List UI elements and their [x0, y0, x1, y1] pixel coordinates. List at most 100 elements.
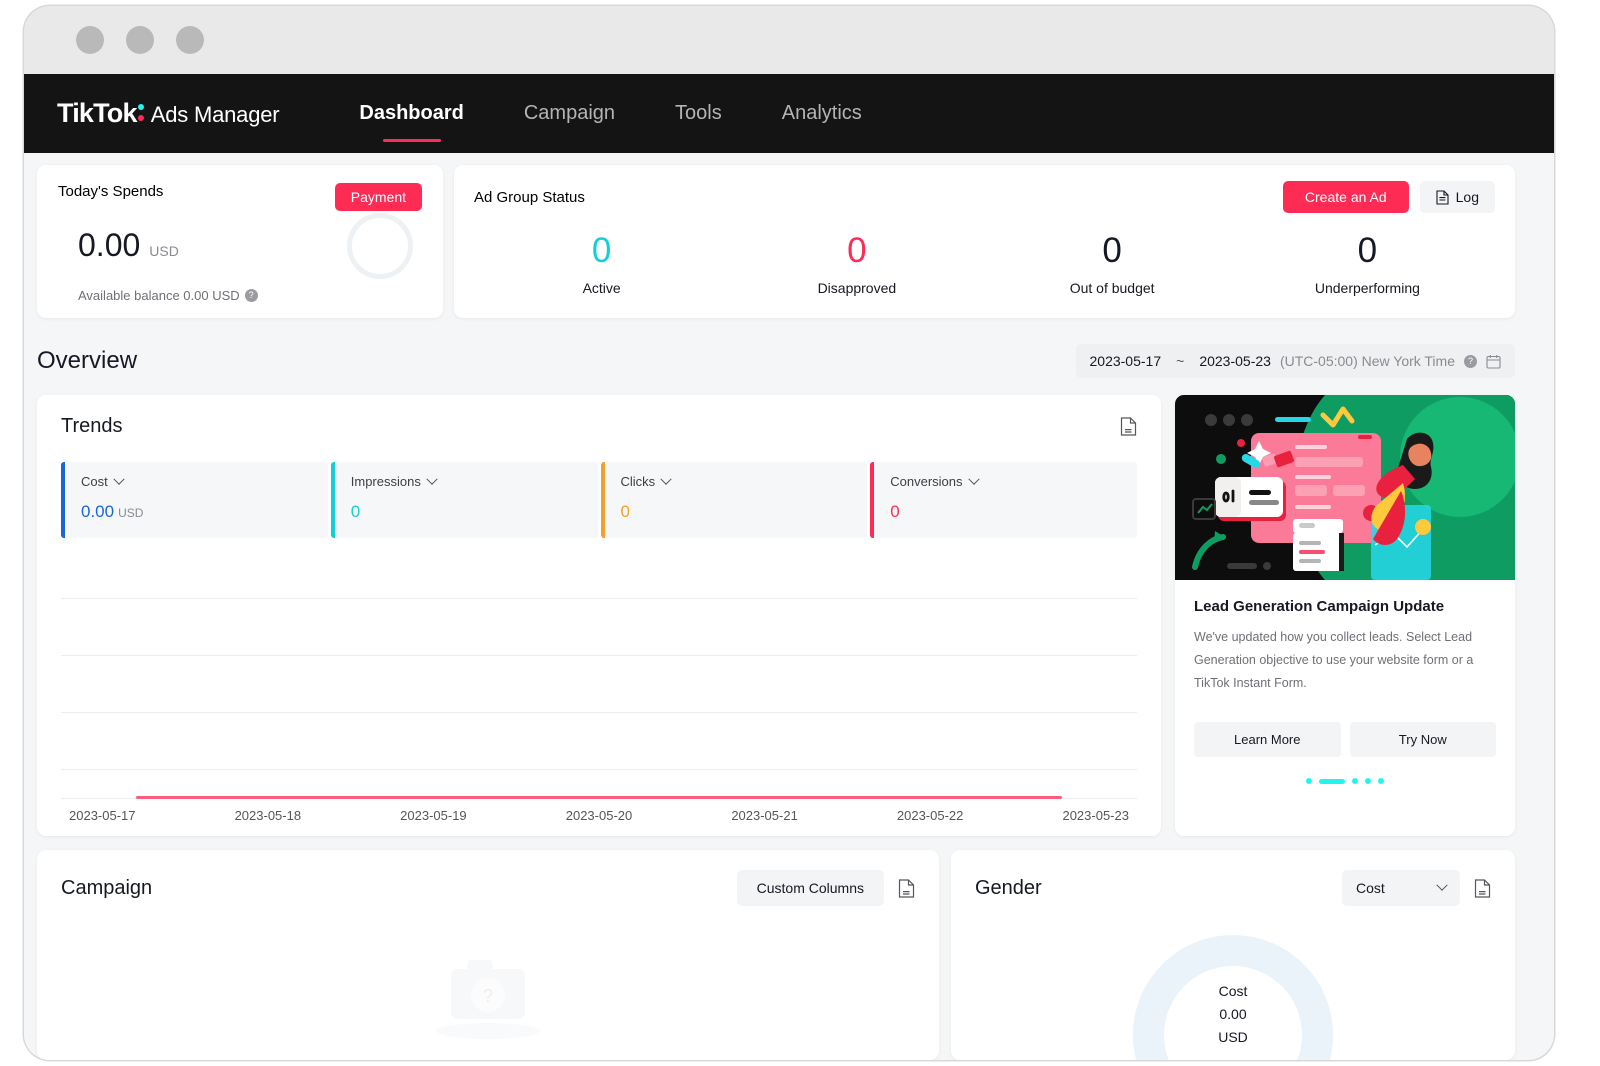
carousel-dot[interactable]	[1352, 778, 1358, 785]
create-an-ad-button[interactable]: Create an Ad	[1282, 181, 1409, 213]
x-tick: 2023-05-21	[731, 808, 798, 823]
nav-item-analytics[interactable]: Analytics	[752, 102, 892, 125]
spend-progress-ring	[347, 213, 413, 279]
promo-illustration	[1175, 395, 1515, 580]
stat-out-of-budget-label: Out of budget	[1069, 279, 1155, 296]
metric-tab-conversions-label: Conversions	[890, 474, 963, 489]
metric-tab-conversions[interactable]: Conversions 0	[870, 462, 1137, 538]
gender-metric-select[interactable]: Cost	[1342, 870, 1460, 906]
export-icon[interactable]	[1474, 878, 1491, 898]
chart-x-axis: 2023-05-17 2023-05-18 2023-05-19 2023-05…	[61, 808, 1137, 823]
gender-panel: Gender Cost Cost 0.00 USD	[951, 850, 1515, 1060]
date-range-separator: ~	[1176, 353, 1185, 369]
metric-tab-cost-value: 0.00	[81, 502, 115, 521]
chevron-down-icon[interactable]	[113, 473, 125, 485]
carousel-dot-active[interactable]	[1319, 778, 1345, 784]
x-tick: 2023-05-22	[896, 808, 964, 823]
calendar-icon[interactable]	[1486, 354, 1501, 369]
browser-window: TikTok Ads Manager Dashboard Campaign To…	[24, 6, 1554, 1060]
stat-active-value: 0	[591, 231, 612, 270]
trends-title: Trends	[61, 415, 123, 437]
window-minimize-button[interactable]	[126, 26, 154, 54]
stat-active-label: Active	[582, 279, 621, 296]
stat-out-of-budget[interactable]: 0 Out of budget	[985, 229, 1240, 296]
metric-tab-conversions-value: 0	[890, 502, 900, 521]
ad-group-actions: Create an Ad Log	[1282, 181, 1495, 213]
export-icon[interactable]	[898, 878, 915, 898]
chart-gridline	[61, 769, 1137, 770]
metric-tab-cost-unit: USD	[118, 506, 144, 520]
date-range-start: 2023-05-17	[1089, 353, 1162, 369]
nav-items: Dashboard Campaign Tools Analytics	[329, 102, 891, 125]
window-maximize-button[interactable]	[176, 26, 204, 54]
carousel-dot[interactable]	[1365, 778, 1371, 785]
stat-out-of-budget-value: 0	[1102, 231, 1122, 270]
stat-underperforming-value: 0	[1357, 231, 1378, 270]
top-navigation-bar: TikTok Ads Manager Dashboard Campaign To…	[24, 74, 1554, 153]
overview-header: Overview 2023-05-17 ~ 2023-05-23 (UTC-05…	[37, 335, 1515, 387]
metric-tab-clicks-label: Clicks	[620, 474, 656, 489]
chevron-down-icon[interactable]	[426, 473, 438, 485]
metric-tab-clicks[interactable]: Clicks 0	[600, 462, 868, 538]
metric-tab-clicks-value: 0	[620, 502, 630, 521]
gender-panel-title: Gender	[975, 876, 1042, 899]
metric-tab-cost[interactable]: Cost 0.00 USD	[61, 462, 328, 538]
trend-metric-tabs: Cost 0.00 USD Impressions 0 Clicks 0 Con…	[61, 462, 1137, 538]
metric-tab-cost-label: Cost	[81, 474, 108, 489]
x-tick: 2023-05-23	[1062, 808, 1129, 823]
brand-name: TikTok	[57, 98, 138, 128]
todays-spends-currency: USD	[149, 243, 179, 259]
chevron-down-icon[interactable]	[660, 473, 672, 485]
export-icon[interactable]	[1120, 417, 1137, 436]
date-range-picker[interactable]: 2023-05-17 ~ 2023-05-23 (UTC-05:00) New …	[1075, 344, 1515, 378]
window-close-button[interactable]	[76, 26, 104, 54]
ad-group-status-title: Ad Group Status	[474, 188, 585, 206]
help-icon[interactable]: ?	[244, 289, 258, 302]
custom-columns-button[interactable]: Custom Columns	[736, 870, 884, 906]
metric-tab-impressions-value: 0	[350, 502, 361, 521]
nav-item-dashboard[interactable]: Dashboard	[329, 102, 493, 125]
x-tick: 2023-05-20	[565, 808, 633, 823]
stat-underperforming[interactable]: 0 Underperforming	[1240, 229, 1495, 296]
timezone-help-icon[interactable]: ?	[1464, 354, 1477, 368]
x-tick: 2023-05-19	[400, 808, 467, 823]
learn-more-button[interactable]: Learn More	[1194, 722, 1341, 758]
available-balance-row: Available balance 0.00 USD ?	[58, 288, 422, 303]
window-titlebar	[24, 6, 1554, 74]
ad-group-stats: 0 Active 0 Disapproved 0 Out of budget 0…	[474, 229, 1495, 296]
available-balance-text: Available balance 0.00 USD	[78, 288, 240, 303]
trends-line-chart: 2023-05-17 2023-05-18 2023-05-19 2023-05…	[61, 560, 1137, 823]
nav-item-tools[interactable]: Tools	[645, 102, 752, 125]
nav-item-campaign[interactable]: Campaign	[494, 102, 645, 125]
x-tick: 2023-05-17	[69, 808, 136, 823]
svg-text:?: ?	[483, 986, 493, 1006]
todays-spends-amount: 0.00	[78, 227, 141, 263]
document-icon	[1436, 189, 1449, 205]
metric-tab-impressions[interactable]: Impressions 0	[330, 462, 598, 538]
x-tick: 2023-05-18	[234, 808, 302, 823]
stat-disapproved-value: 0	[847, 231, 867, 270]
log-button[interactable]: Log	[1419, 181, 1495, 213]
stat-underperforming-label: Underperforming	[1314, 279, 1420, 296]
stat-active[interactable]: 0 Active	[474, 229, 729, 296]
stat-disapproved-label: Disapproved	[817, 279, 897, 296]
brand-logo[interactable]: TikTok Ads Manager	[57, 98, 280, 129]
metric-tab-impressions-label: Impressions	[350, 474, 421, 489]
date-range-end: 2023-05-23	[1199, 353, 1271, 369]
gender-donut-center-text: Cost 0.00 USD	[1218, 980, 1248, 1049]
chart-gridline	[61, 655, 1137, 656]
chevron-down-icon	[1436, 879, 1448, 891]
carousel-dot[interactable]	[1306, 778, 1312, 785]
dashboard-page: Today's Spends Payment 0.00 USD Availabl…	[24, 153, 1554, 1060]
empty-state-icon: ?	[436, 960, 540, 1039]
stat-disapproved[interactable]: 0 Disapproved	[729, 229, 984, 296]
try-now-button[interactable]: Try Now	[1349, 722, 1496, 758]
promo-card: Lead Generation Campaign Update We've up…	[1175, 395, 1515, 836]
chart-gridline	[61, 598, 1137, 599]
brand-subtitle: Ads Manager	[150, 102, 280, 127]
chart-series-cost-line	[136, 796, 1062, 799]
carousel-dot[interactable]	[1378, 778, 1384, 785]
carousel-dots	[1175, 778, 1515, 785]
chevron-down-icon[interactable]	[967, 473, 980, 485]
payment-button[interactable]: Payment	[334, 183, 422, 211]
